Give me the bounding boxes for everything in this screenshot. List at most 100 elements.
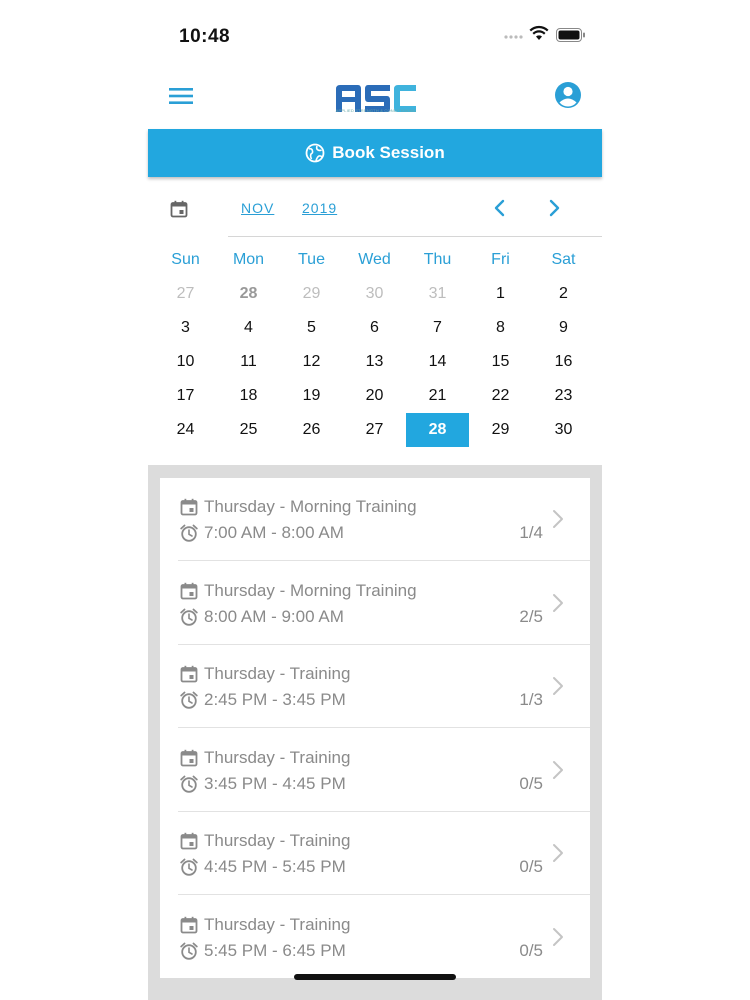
calendar-day[interactable]: 14: [406, 345, 469, 379]
app-header: APPLIED STRENGTH & CONDITIONING: [148, 70, 602, 128]
session-capacity: 0/5: [519, 773, 543, 793]
session-time: 2:45 PM - 3:45 PM: [204, 690, 346, 709]
calendar-day[interactable]: 25: [217, 413, 280, 447]
chevron-right-icon: [553, 677, 563, 695]
hamburger-menu-icon[interactable]: [168, 84, 194, 108]
calendar-day[interactable]: 5: [280, 311, 343, 345]
weekday-label: Tue: [298, 251, 325, 268]
calendar-day[interactable]: 30: [343, 277, 406, 311]
calendar-day[interactable]: 22: [469, 379, 532, 413]
weekday-label: Fri: [491, 251, 510, 268]
calendar-day[interactable]: 23: [532, 379, 595, 413]
session-item[interactable]: Thursday - Morning Training 7:00 AM - 8:…: [160, 478, 590, 561]
calendar-day[interactable]: 2: [532, 277, 595, 311]
calendar-day[interactable]: 10: [154, 345, 217, 379]
calendar-day[interactable]: 29: [469, 413, 532, 447]
session-title: Thursday - Training: [204, 747, 351, 767]
alarm-clock-icon: [180, 942, 198, 960]
book-session-bar[interactable]: Book Session: [148, 129, 602, 177]
calendar-day[interactable]: 17: [154, 379, 217, 413]
weekday-label: Mon: [232, 251, 265, 268]
status-bar: 10:48: [148, 0, 602, 70]
year-selector[interactable]: 2019: [302, 200, 337, 216]
calendar-day[interactable]: 7: [406, 311, 469, 345]
calendar-day-selected[interactable]: 28: [406, 413, 469, 447]
status-time: 10:48: [179, 26, 231, 47]
calendar-day[interactable]: 6: [343, 311, 406, 345]
calendar-day[interactable]: 27: [154, 277, 217, 311]
wifi-icon: [529, 25, 549, 40]
session-time: 8:00 AM - 9:00 AM: [204, 606, 344, 626]
book-session-label: Book Session: [332, 143, 445, 162]
weekday-header: Sun Mon Tue Wed Thu Fri Sat: [154, 251, 596, 271]
weekday-label: Sat: [551, 251, 576, 268]
calendar-icon[interactable]: [170, 200, 188, 218]
weekday-label: Thu: [423, 251, 452, 268]
calendar-icon: [180, 498, 198, 516]
weekday-label: Wed: [358, 251, 391, 268]
battery-icon: [556, 28, 585, 42]
calendar-day[interactable]: 16: [532, 345, 595, 379]
logo-subtitle: APPLIED STRENGTH & CONDITIONING: [335, 108, 417, 113]
calendar-day[interactable]: 11: [217, 345, 280, 379]
calendar-day[interactable]: 24: [154, 413, 217, 447]
calendar-day[interactable]: 19: [280, 379, 343, 413]
signal-icon: [504, 35, 523, 39]
session-capacity: 1/4: [519, 523, 543, 542]
calendar-day[interactable]: 9: [532, 311, 595, 345]
session-capacity: 1/3: [519, 690, 543, 709]
session-item[interactable]: Thursday - Morning Training 8:00 AM - 9:…: [160, 562, 590, 645]
session-capacity: 0/5: [519, 857, 543, 876]
chevron-right-icon: [553, 844, 563, 862]
calendar-day[interactable]: 4: [217, 311, 280, 345]
calendar-day[interactable]: 20: [343, 379, 406, 413]
chevron-right-icon: [553, 510, 563, 528]
calendar-day[interactable]: 30: [532, 413, 595, 447]
calendar-day[interactable]: 3: [154, 311, 217, 345]
month-selector[interactable]: NOV: [241, 200, 274, 216]
chevron-right-icon[interactable]: [544, 198, 564, 218]
calendar-icon: [180, 916, 198, 933]
calendar-day[interactable]: 12: [280, 345, 343, 379]
calendar-day[interactable]: 8: [469, 311, 532, 345]
calendar-divider: [228, 236, 602, 237]
session-title: Thursday - Training: [204, 914, 351, 934]
weekday-label: Sun: [171, 251, 200, 268]
chevron-right-icon: [553, 927, 563, 946]
calendar-day[interactable]: 1: [469, 277, 532, 311]
calendar-day[interactable]: 15: [469, 345, 532, 379]
alarm-clock-icon: [180, 524, 198, 542]
session-time: 7:00 AM - 8:00 AM: [204, 523, 344, 542]
alarm-clock-icon: [180, 858, 198, 876]
calendar-day[interactable]: 27: [343, 413, 406, 447]
session-item[interactable]: Thursday - Training 2:45 PM - 3:45 PM 1/…: [160, 645, 590, 728]
session-time: 3:45 PM - 4:45 PM: [204, 773, 346, 793]
session-item[interactable]: Thursday - Training 4:45 PM - 5:45 PM 0/…: [160, 812, 590, 895]
session-item[interactable]: Thursday - Training 5:45 PM - 6:45 PM 0/…: [160, 896, 590, 978]
session-capacity: 0/5: [519, 940, 543, 960]
alarm-clock-icon: [180, 608, 198, 626]
calendar-navigation: NOV 2019: [148, 180, 602, 236]
calendar-icon: [180, 749, 198, 766]
calendar-day[interactable]: 26: [280, 413, 343, 447]
session-capacity: 2/5: [519, 606, 543, 626]
chevron-right-icon: [553, 760, 563, 779]
sessions-list: Thursday - Morning Training 7:00 AM - 8:…: [160, 478, 590, 978]
session-time: 4:45 PM - 5:45 PM: [204, 857, 346, 876]
chevron-left-icon[interactable]: [490, 198, 510, 218]
calendar-day[interactable]: 18: [217, 379, 280, 413]
account-icon[interactable]: [554, 81, 582, 109]
calendar-day[interactable]: 21: [406, 379, 469, 413]
globe-icon: [305, 143, 325, 163]
calendar-icon: [180, 832, 198, 850]
session-item[interactable]: Thursday - Training 3:45 PM - 4:45 PM 0/…: [160, 729, 590, 812]
calendar-day[interactable]: 13: [343, 345, 406, 379]
session-title: Thursday - Morning Training: [204, 497, 417, 516]
home-indicator: [294, 974, 456, 980]
calendar-day[interactable]: 29: [280, 277, 343, 311]
calendar-day[interactable]: 31: [406, 277, 469, 311]
session-title: Thursday - Morning Training: [204, 580, 417, 600]
calendar-icon: [180, 582, 198, 599]
alarm-clock-icon: [180, 775, 198, 793]
calendar-day[interactable]: 28: [217, 277, 280, 311]
